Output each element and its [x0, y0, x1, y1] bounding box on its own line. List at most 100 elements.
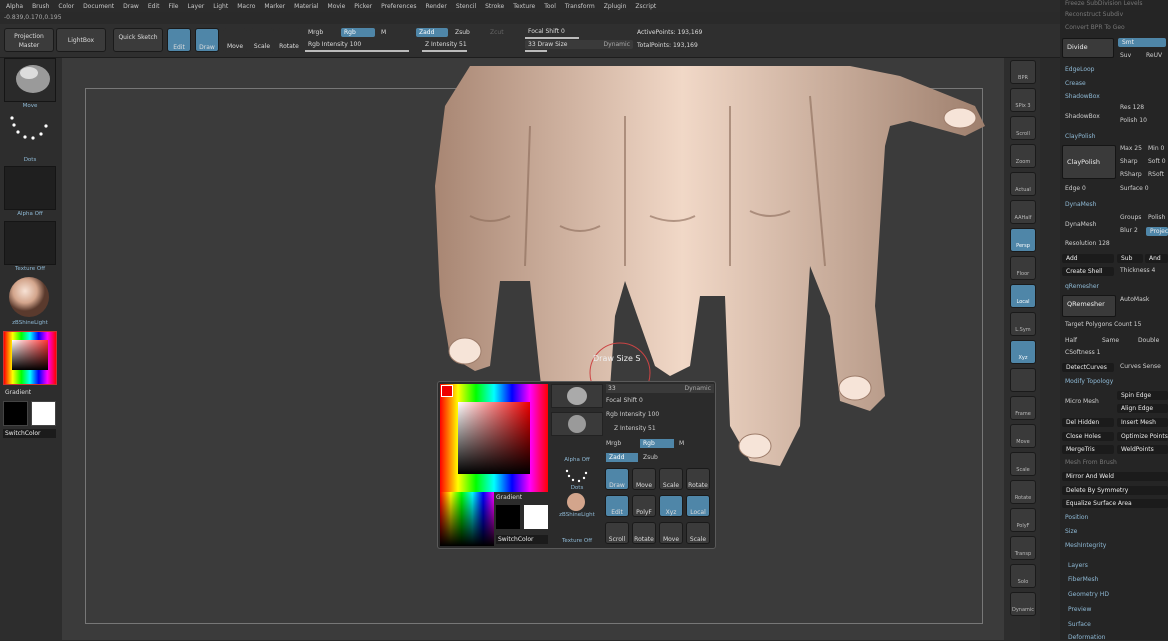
- menu-item-movie[interactable]: Movie: [328, 3, 346, 10]
- menu-item-color[interactable]: Color: [58, 3, 74, 10]
- mergetris-button[interactable]: MergeTris: [1062, 445, 1114, 454]
- mesh-from-brush-button[interactable]: Mesh From Brush: [1065, 459, 1117, 466]
- popup-m[interactable]: M: [679, 440, 684, 447]
- menu-item-stroke[interactable]: Stroke: [485, 3, 504, 10]
- switch-color-button[interactable]: SwitchColor: [3, 429, 56, 438]
- shelf-button-spix-3[interactable]: SPix 3: [1010, 88, 1036, 112]
- menu-item-layer[interactable]: Layer: [188, 3, 205, 10]
- rgb-button[interactable]: Rgb: [341, 28, 375, 37]
- mrgb-button[interactable]: Mrgb: [305, 28, 335, 37]
- popup-color-square[interactable]: [458, 402, 530, 474]
- main-color-swatch[interactable]: [31, 401, 56, 426]
- color-square[interactable]: [12, 340, 48, 370]
- spin-edge-button[interactable]: Spin Edge: [1117, 391, 1168, 400]
- rsoft-slider[interactable]: RSoft: [1148, 171, 1164, 178]
- csoftness-slider[interactable]: CSoftness 1: [1065, 349, 1101, 356]
- popup-focal-shift[interactable]: Focal Shift 0: [606, 397, 643, 404]
- popup-rotate-view-button[interactable]: Rotate: [632, 522, 656, 544]
- polish-toggle[interactable]: Polish: [1148, 214, 1165, 221]
- delete-by-symmetry-button[interactable]: Delete By Symmetry: [1062, 486, 1168, 495]
- rgb-intensity-slider[interactable]: Rgb Intensity 100: [305, 40, 415, 52]
- m-button[interactable]: M: [378, 28, 392, 37]
- claypolish-button[interactable]: ClayPolish: [1062, 145, 1116, 179]
- and-button[interactable]: And: [1145, 254, 1168, 263]
- insert-mesh-button[interactable]: Insert Mesh: [1117, 418, 1168, 427]
- target-polygons-slider[interactable]: Target Polygons Count 15: [1065, 321, 1141, 328]
- freeze-subdivision-label[interactable]: Freeze SubDivision Levels: [1065, 0, 1143, 7]
- del-hidden-button[interactable]: Del Hidden: [1062, 418, 1114, 427]
- qremesher-button[interactable]: QRemesher: [1062, 295, 1116, 317]
- equalize-surface-button[interactable]: Equalize Surface Area: [1062, 499, 1168, 508]
- dynamesh-header[interactable]: DynaMesh: [1065, 201, 1096, 208]
- menu-item-transform[interactable]: Transform: [565, 3, 595, 10]
- z-intensity-slider[interactable]: Z Intensity 51: [422, 40, 512, 52]
- shelf-button-xyz[interactable]: Xyz: [1010, 340, 1036, 364]
- optimize-points-button[interactable]: Optimize Points: [1117, 432, 1168, 441]
- popup-rotate-button[interactable]: Rotate: [686, 468, 710, 490]
- zcut-button[interactable]: Zcut: [487, 28, 513, 37]
- curves-sense-slider[interactable]: Curves Sense: [1120, 363, 1161, 370]
- qremesher-header[interactable]: qRemesher: [1065, 283, 1099, 290]
- shadowbox-header[interactable]: ShadowBox: [1065, 93, 1100, 100]
- micro-mesh-button[interactable]: Micro Mesh: [1065, 398, 1099, 405]
- draw-size-slider[interactable]: 33 Draw Size Dynamic: [525, 40, 633, 52]
- popup-spectrum[interactable]: [440, 492, 494, 546]
- rotate-button[interactable]: Rotate: [277, 28, 301, 52]
- menu-item-preferences[interactable]: Preferences: [381, 3, 416, 10]
- popup-xyz-button[interactable]: Xyz: [659, 495, 683, 517]
- menu-item-picker[interactable]: Picker: [354, 3, 372, 10]
- menu-item-texture[interactable]: Texture: [513, 3, 535, 10]
- polish-slider[interactable]: Polish 10: [1120, 117, 1147, 124]
- popup-edit-button[interactable]: Edit: [605, 495, 629, 517]
- popup-zsub[interactable]: Zsub: [643, 454, 658, 461]
- shelf-button-local[interactable]: Local: [1010, 284, 1036, 308]
- res-slider[interactable]: Res 128: [1120, 104, 1144, 111]
- menu-item-marker[interactable]: Marker: [264, 3, 285, 10]
- stroke-thumbnail[interactable]: [4, 112, 56, 156]
- shelf-button-empty-11[interactable]: [1010, 368, 1036, 392]
- automask-toggle[interactable]: AutoMask: [1120, 296, 1149, 303]
- position-header[interactable]: Position: [1065, 514, 1088, 521]
- close-holes-button[interactable]: Close Holes: [1062, 432, 1114, 441]
- divide-button[interactable]: Divide: [1062, 38, 1114, 58]
- add-button[interactable]: Add: [1062, 254, 1114, 263]
- menu-item-zscript[interactable]: Zscript: [635, 3, 656, 10]
- zadd-button[interactable]: Zadd: [416, 28, 448, 37]
- shelf-button-l-sym[interactable]: L.Sym: [1010, 312, 1036, 336]
- move-button[interactable]: Move: [223, 28, 247, 52]
- quick-sketch-button[interactable]: Quick Sketch: [113, 28, 163, 52]
- thickness-slider[interactable]: Thickness 4: [1120, 267, 1155, 274]
- focal-shift-slider[interactable]: Focal Shift 0: [525, 27, 633, 39]
- scale-button[interactable]: Scale: [250, 28, 274, 52]
- popup-move-button[interactable]: Move: [632, 468, 656, 490]
- menu-item-macro[interactable]: Macro: [237, 3, 255, 10]
- shelf-button-bpr[interactable]: BPR: [1010, 60, 1036, 84]
- half-button[interactable]: Half: [1065, 337, 1077, 344]
- popup-switch-color[interactable]: SwitchColor: [496, 535, 548, 544]
- popup-secondary-swatch[interactable]: [496, 505, 520, 529]
- size-header[interactable]: Size: [1065, 528, 1077, 535]
- geometry-hd-header[interactable]: Geometry HD: [1068, 591, 1109, 598]
- soft-slider[interactable]: Soft 0: [1148, 158, 1166, 165]
- resolution-slider[interactable]: Resolution 128: [1065, 240, 1110, 247]
- shelf-button-solo[interactable]: Solo: [1010, 564, 1036, 588]
- shelf-button-persp[interactable]: Persp: [1010, 228, 1036, 252]
- material-thumbnail[interactable]: [4, 275, 56, 319]
- projection-master-button[interactable]: Projection Master: [4, 28, 54, 52]
- dynamic-toggle[interactable]: Dynamic: [604, 40, 630, 49]
- popup-local-button[interactable]: Local: [686, 495, 710, 517]
- popup-scale-button[interactable]: Scale: [659, 468, 683, 490]
- surface-header[interactable]: Surface: [1068, 621, 1091, 628]
- popup-color-ring[interactable]: [440, 384, 548, 492]
- double-button[interactable]: Double: [1138, 337, 1159, 344]
- rsharp-slider[interactable]: RSharp: [1120, 171, 1142, 178]
- dynamesh-button[interactable]: DynaMesh: [1065, 221, 1096, 228]
- layers-header[interactable]: Layers: [1068, 562, 1088, 569]
- menu-item-stencil[interactable]: Stencil: [456, 3, 476, 10]
- surface-slider[interactable]: Surface 0: [1120, 185, 1149, 192]
- max-slider[interactable]: Max 25: [1120, 145, 1142, 152]
- popup-material-thumbnail[interactable]: [551, 492, 603, 512]
- popup-scale-view-button[interactable]: Scale: [686, 522, 710, 544]
- popup-alpha-thumbnail[interactable]: [551, 412, 603, 436]
- brush-thumbnail[interactable]: [4, 58, 56, 102]
